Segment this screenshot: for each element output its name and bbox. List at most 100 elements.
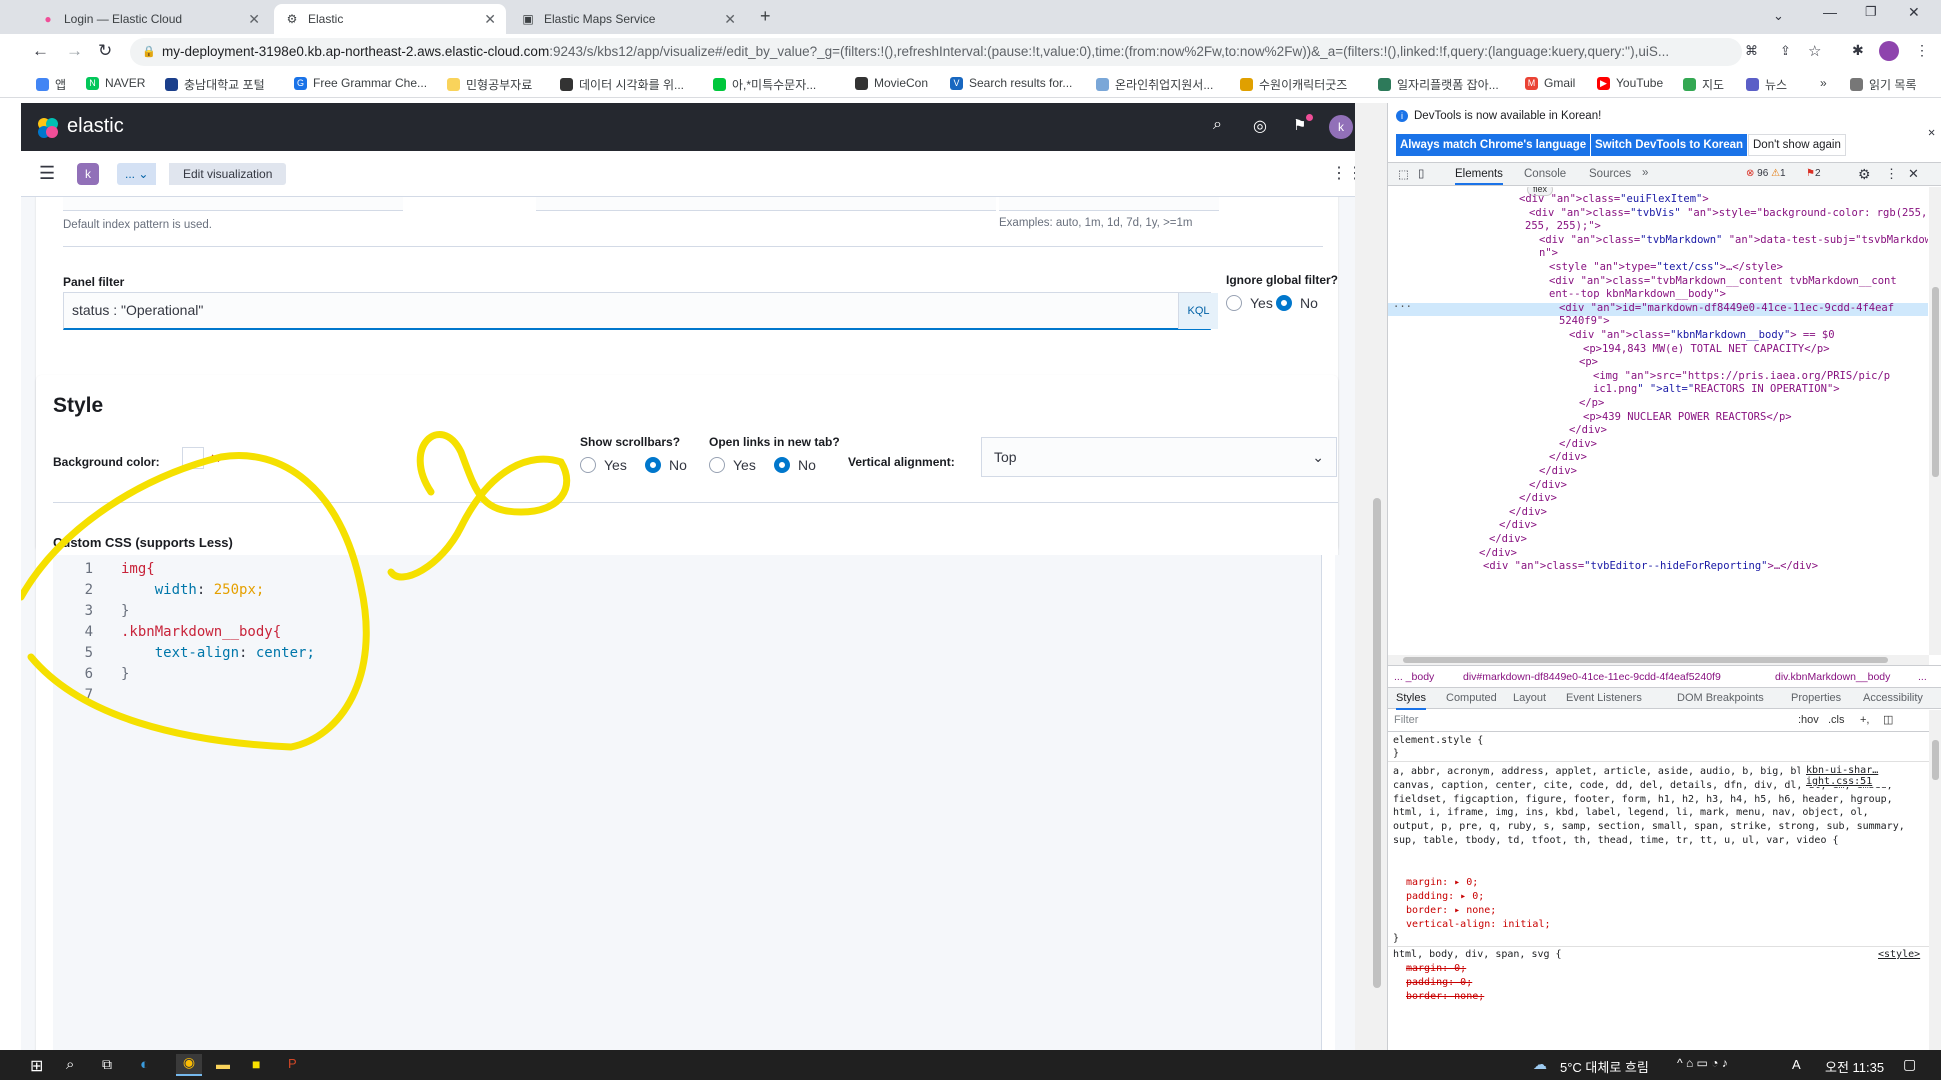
new-tab-button[interactable]: + (760, 6, 771, 27)
help-icon[interactable]: ◎ (1253, 116, 1267, 136)
search-icon[interactable]: ⌕ (1213, 116, 1222, 134)
maximize-icon[interactable]: ❐ (1865, 4, 1877, 20)
tab-event-listeners[interactable]: Event Listeners (1566, 688, 1642, 708)
prop-line[interactable]: margin: ▸ 0; (1406, 877, 1478, 888)
ime-indicator[interactable]: A (1792, 1057, 1801, 1072)
device-toggle-icon[interactable]: ▯ (1418, 166, 1424, 180)
start-icon[interactable]: ⊞ (30, 1056, 43, 1076)
crumb[interactable]: div.kbnMarkdown__body (1775, 666, 1890, 688)
bookmark-item[interactable]: M Gmail (1525, 76, 1575, 90)
dom-node-line[interactable]: <img "an">src="https://pris.iaea.org/PRI… (1593, 370, 1890, 382)
dom-node-line[interactable]: 255, 255);"> (1525, 220, 1601, 232)
dom-node-line[interactable]: <div "an">class="tvbVis" "an">style="bac… (1529, 207, 1927, 219)
dom-hscrollbar-thumb[interactable] (1403, 657, 1888, 663)
switch-language-button[interactable]: Switch DevTools to Korean (1591, 134, 1748, 156)
crumb[interactable]: ... _body (1394, 666, 1434, 688)
more-tabs[interactable]: » (1642, 167, 1648, 179)
close-icon[interactable]: ✕ (484, 11, 496, 28)
dom-node-line[interactable]: </div> (1569, 424, 1607, 436)
hamburger-menu-icon[interactable]: ☰ (39, 163, 55, 184)
styles-filter-input[interactable]: Filter (1394, 710, 1418, 730)
powerpoint-icon[interactable]: P (288, 1056, 297, 1071)
rule-reset-source[interactable]: kbn-ui-shar…ight.css:51 (1800, 765, 1929, 787)
dom-node-line[interactable]: <div "an">id="markdown-df8449e0-41ce-11e… (1559, 302, 1894, 314)
translate-icon[interactable]: ⌘ (1745, 43, 1758, 59)
dom-node-line[interactable]: 5240f9"> (1559, 315, 1610, 327)
extensions-icon[interactable]: ✱ (1852, 42, 1864, 59)
bookmark-item[interactable]: 아,*미특수문자... (713, 76, 816, 93)
cls-button[interactable]: .cls (1828, 710, 1845, 730)
styles-scrollbar[interactable] (1929, 710, 1941, 1050)
menu-icon[interactable]: ⋮ (1915, 42, 1929, 59)
tab-elements[interactable]: Elements (1455, 168, 1503, 185)
prop-line[interactable]: margin: 0; (1406, 963, 1466, 974)
tab-console[interactable]: Console (1524, 168, 1566, 180)
bookmark-item[interactable]: 온라인취업지원서... (1096, 76, 1213, 93)
tab-computed[interactable]: Computed (1446, 688, 1497, 708)
rule-html-body-source[interactable]: <style> (1878, 949, 1920, 960)
dom-node-line[interactable]: <p>194,843 MW(e) TOTAL NET CAPACITY</p> (1583, 343, 1830, 355)
match-language-button[interactable]: Always match Chrome's language (1396, 134, 1591, 156)
tab-sources[interactable]: Sources (1589, 168, 1631, 180)
newsfeed-icon[interactable]: ⚑ (1293, 116, 1306, 134)
close-devtools-icon[interactable]: ✕ (1908, 166, 1919, 182)
share-icon[interactable]: ⇪ (1780, 43, 1791, 59)
settings-gear-icon[interactable]: ⚙ (1858, 166, 1871, 183)
address-bar[interactable]: 🔒 my-deployment-3198e0.kb.ap-northeast-2… (130, 38, 1742, 66)
elastic-logo-icon[interactable] (37, 117, 59, 139)
dom-node-line[interactable]: <div "an">class="tvbMarkdown__content tv… (1549, 275, 1897, 287)
reload-icon[interactable]: ↻ (98, 41, 112, 61)
bookmark-item[interactable]: 뉴스 (1746, 76, 1787, 93)
forward-icon[interactable]: → (66, 41, 83, 61)
dom-node-line[interactable]: </div> (1549, 451, 1587, 463)
minimize-icon[interactable]: — (1823, 4, 1837, 20)
prop-line[interactable]: border: ▸ none; (1406, 905, 1496, 916)
kakaotalk-icon[interactable]: ■ (252, 1056, 260, 1072)
bookmark-item[interactable]: 민형공부자료 (447, 76, 532, 93)
dom-node-line[interactable]: </div> (1489, 533, 1527, 545)
add-rule-icon[interactable]: +, (1860, 710, 1869, 730)
bookmark-item[interactable]: 일자리플랫폼 잡아... (1378, 76, 1499, 93)
chrome-icon[interactable]: ◉ (176, 1054, 202, 1076)
dom-node-line[interactable]: n"> (1539, 247, 1558, 259)
dom-node-line[interactable]: <style "an">type="text/css">…</style> (1549, 261, 1783, 273)
crumb[interactable]: div#markdown-df8449e0-41ce-11ec-9cdd-4f4… (1463, 666, 1721, 688)
dom-node-line[interactable]: </div> (1479, 547, 1517, 559)
crumb[interactable]: ... (1918, 666, 1927, 688)
tab-search-icon[interactable]: ⌄ (1773, 8, 1784, 24)
dom-hscrollbar[interactable] (1388, 655, 1929, 665)
prop-line[interactable]: border: none; (1406, 991, 1484, 1002)
prop-line[interactable]: padding: ▸ 0; (1406, 891, 1484, 902)
tab-elastic[interactable]: ⚙ Elastic ✕ (274, 4, 506, 34)
bookmark-item[interactable]: 데이터 시각화를 위... (560, 76, 684, 93)
dom-node-line[interactable]: </p> (1579, 397, 1604, 409)
toggle-sidebar-icon[interactable]: ◫ (1883, 710, 1893, 730)
file-explorer-icon[interactable]: ▬ (216, 1056, 230, 1072)
bookmark-item[interactable]: G Free Grammar Che... (294, 76, 427, 90)
bookmark-item[interactable]: MovieCon (855, 76, 928, 90)
close-notice-icon[interactable]: ✕ (1928, 125, 1935, 139)
dom-node-line[interactable]: <p> (1579, 356, 1598, 368)
dom-node-line[interactable]: <p>439 NUCLEAR POWER REACTORS</p> (1583, 411, 1792, 423)
breadcrumb-collapsed[interactable]: ... ⌄ (117, 163, 157, 185)
close-icon[interactable]: ✕ (724, 11, 736, 28)
dom-node-line[interactable]: </div> (1529, 479, 1567, 491)
bookmark-item[interactable]: 앱 (36, 76, 66, 93)
dom-node-line[interactable]: ic1.png" ">alt="REACTORS IN OPERATION"> (1593, 383, 1840, 395)
dom-node-line[interactable]: </div> (1519, 492, 1557, 504)
error-count[interactable]: ⊗ 96 ⚠1 (1746, 168, 1786, 179)
page-scrollbar-thumb[interactable] (1373, 498, 1381, 988)
dom-node-line[interactable]: </div> (1509, 506, 1547, 518)
back-icon[interactable]: ← (32, 41, 49, 61)
bookmark-item[interactable]: 지도 (1683, 76, 1724, 93)
dont-show-button[interactable]: Don't show again (1748, 134, 1846, 156)
tab-styles[interactable]: Styles (1396, 688, 1426, 710)
tab-accessibility[interactable]: Accessibility (1863, 688, 1923, 708)
dom-node-line[interactable]: </div> (1559, 438, 1597, 450)
profile-avatar[interactable] (1879, 41, 1899, 61)
dom-scrollbar[interactable] (1929, 187, 1941, 655)
styles-pane[interactable]: element.style { } a, abbr, acronym, addr… (1388, 733, 1929, 1050)
star-icon[interactable]: ☆ (1808, 42, 1821, 60)
reading-list[interactable]: 읽기 목록 (1850, 76, 1917, 93)
hov-button[interactable]: :hov (1798, 710, 1819, 730)
